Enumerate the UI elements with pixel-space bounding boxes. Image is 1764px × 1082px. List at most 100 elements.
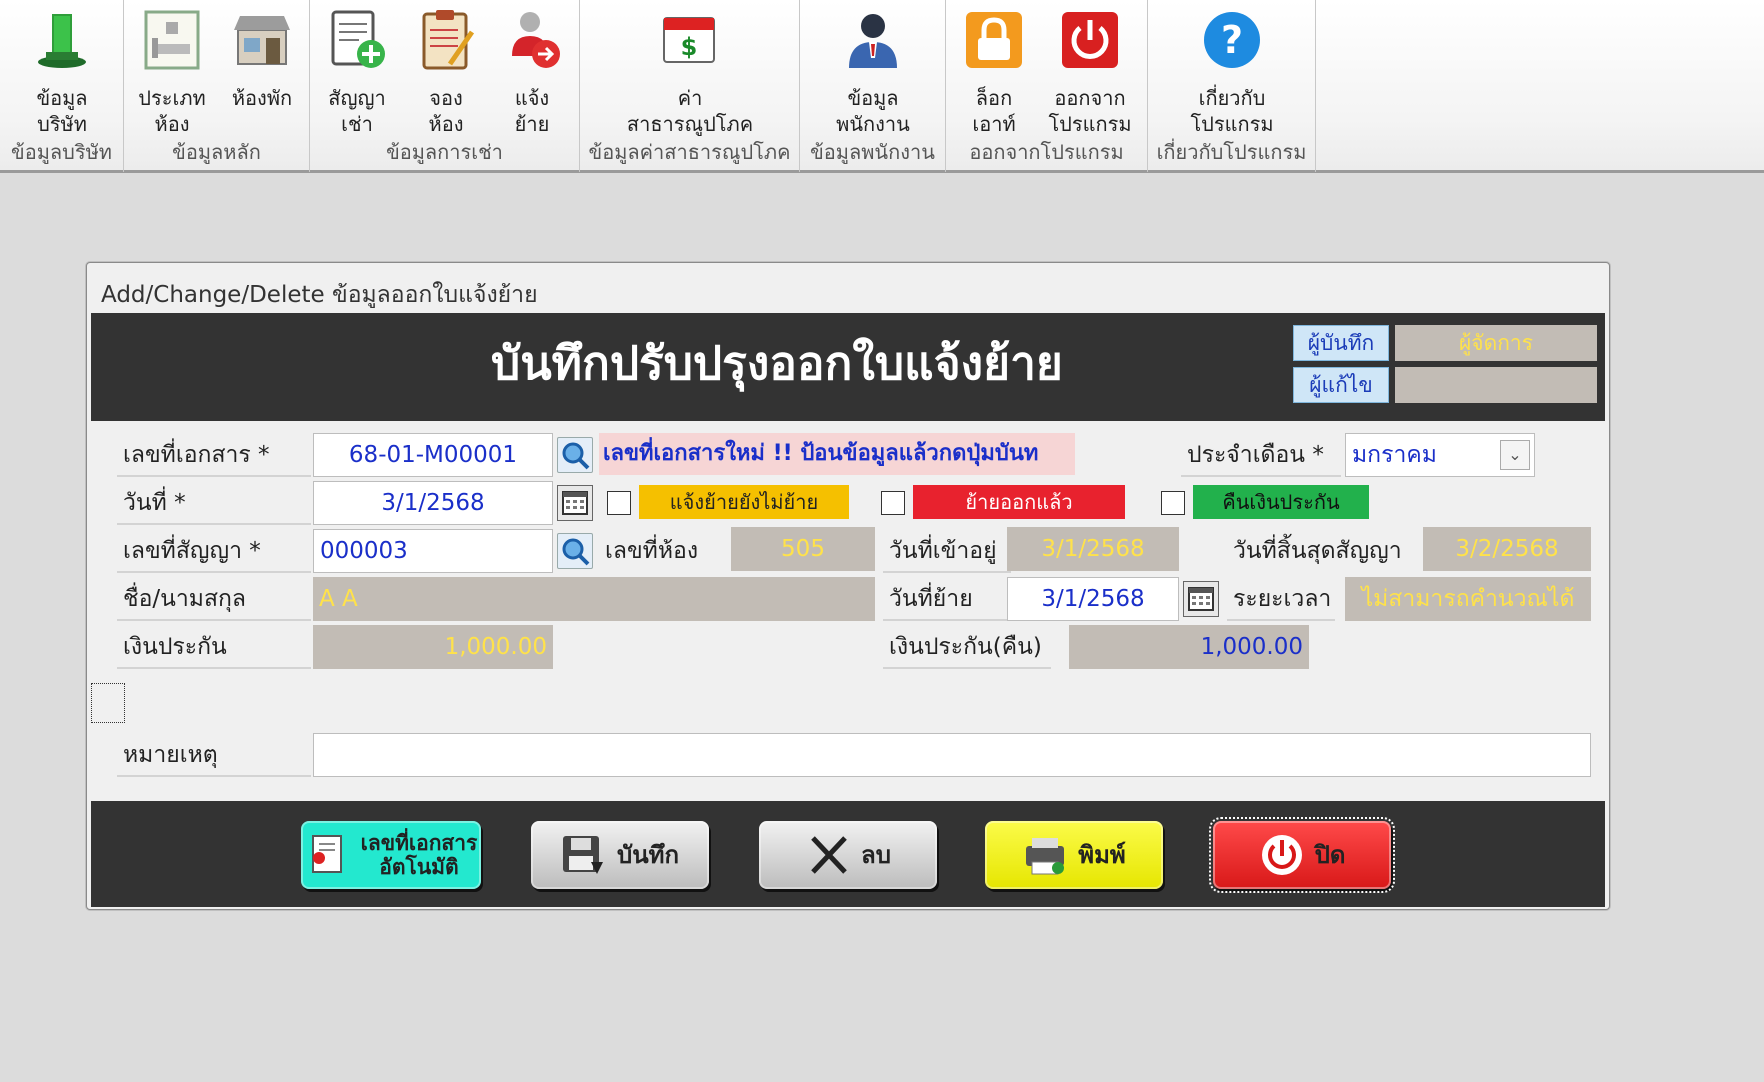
close-label: ปิด xyxy=(1314,841,1346,869)
logout-button[interactable]: ล็อก เอาท์ xyxy=(954,8,1034,137)
move-out-field[interactable]: 3/1/2568 xyxy=(1007,577,1179,621)
move-out-label: วันที่ย้าย xyxy=(883,579,1011,621)
contract-add-icon xyxy=(325,8,389,72)
contract-end-label: วันที่สิ้นสุดสัญญา xyxy=(1233,538,1402,564)
company-info-button[interactable]: ข้อมูล บริษัท xyxy=(10,8,114,137)
deposit-refund-label: เงินประกัน(คืน) xyxy=(883,627,1051,669)
about-button[interactable]: ? เกี่ยวกับ โปรแกรม xyxy=(1172,8,1292,137)
chevron-down-icon[interactable]: ⌄ xyxy=(1500,440,1530,470)
page-title: บันทึกปรับปรุงออกใบแจ้งย้าย xyxy=(491,336,1063,390)
move-in-label: วันที่เข้าอยู่ xyxy=(883,531,1011,573)
room-no-value: 505 xyxy=(731,527,875,571)
doc-no-field[interactable]: 68-01-M00001 xyxy=(313,433,553,477)
ribbon-group-master: ประเภท ห้อง ห้องพัก ข้อมูลหลัก xyxy=(124,0,310,172)
utility-bill-icon: $ xyxy=(658,8,722,72)
employee-icon xyxy=(841,8,905,72)
form-area: เลขที่เอกสาร * 68-01-M00001 เลขที่เอกสาร… xyxy=(91,421,1605,801)
printer-icon xyxy=(1022,832,1068,878)
delete-button[interactable]: ลบ xyxy=(759,821,937,889)
ribbon-group-about: ? เกี่ยวกับ โปรแกรม เกี่ยวกับโปรแกรม xyxy=(1148,0,1316,172)
doc-lookup-button[interactable] xyxy=(557,437,593,473)
svg-text:?: ? xyxy=(1221,18,1243,62)
contract-button[interactable]: สัญญา เช่า xyxy=(316,8,398,137)
calendar-icon xyxy=(562,491,588,515)
new-doc-notice: เลขที่เอกสารใหม่ !! ป้อนข้อมูลแล้วกดปุ่ม… xyxy=(599,433,1075,475)
dialog-title: Add/Change/Delete ข้อมูลออกใบแจ้งย้าย xyxy=(101,282,538,308)
remark-label: หมายเหตุ xyxy=(117,735,311,777)
remark-field[interactable] xyxy=(313,733,1591,777)
name-label: ชื่อ/นามสกุล xyxy=(117,579,311,621)
delete-label: ลบ xyxy=(861,841,891,869)
power-icon xyxy=(1259,832,1305,878)
duration-label: ระยะเวลา xyxy=(1227,579,1335,621)
search-icon xyxy=(562,442,590,470)
contract-lookup-button[interactable] xyxy=(557,533,593,569)
print-button[interactable]: พิมพ์ xyxy=(985,821,1163,889)
auto-doc-number-button[interactable]: เลขที่เอกสาร อัตโนมัติ xyxy=(301,821,481,889)
move-notice-button[interactable]: แจ้ง ย้าย xyxy=(492,8,572,137)
recorder-value: ผู้จัดการ xyxy=(1395,325,1597,361)
status-not-moved-badge: แจ้งย้ายยังไม่ย้าย xyxy=(639,485,849,519)
month-select-value: มกราคม xyxy=(1352,442,1437,468)
footer-toolbar: เลขที่เอกสาร อัตโนมัติ บันทึก ลบ พิมพ์ ป… xyxy=(91,801,1605,907)
room-type-button[interactable]: ประเภท ห้อง xyxy=(132,8,212,137)
save-label: บันทึก xyxy=(617,841,679,869)
move-out-calendar-button[interactable] xyxy=(1183,581,1219,617)
date-calendar-button[interactable] xyxy=(557,485,593,521)
move-in-value: 3/1/2568 xyxy=(1007,527,1179,571)
contract-no-field[interactable]: 000003 xyxy=(313,529,553,573)
lock-icon xyxy=(962,8,1026,72)
status-refund-badge: คืนเงินประกัน xyxy=(1193,485,1369,519)
editor-value xyxy=(1395,367,1597,403)
move-notice-icon xyxy=(500,8,564,72)
utility-bill-button[interactable]: $ ค่า สาธารณูปโภค xyxy=(600,8,780,137)
ribbon-group-utility: $ ค่า สาธารณูปโภค ข้อมูลค่าสาธารณูปโภค xyxy=(580,0,800,172)
room-store-icon xyxy=(230,8,294,72)
power-icon xyxy=(1058,8,1122,72)
ribbon-group-employee: ข้อมูล พนักงาน ข้อมูลพนักงาน xyxy=(800,0,946,172)
close-button[interactable]: ปิด xyxy=(1209,817,1395,893)
print-label: พิมพ์ xyxy=(1078,841,1126,869)
duration-value: ไม่สามารถคำนวณได้ xyxy=(1345,577,1591,621)
employee-button[interactable]: ข้อมูล พนักงาน xyxy=(820,8,926,137)
calendar-icon xyxy=(1188,587,1214,611)
close-x-icon xyxy=(805,832,851,878)
room-button[interactable]: ห้องพัก xyxy=(220,8,304,111)
header-band: บันทึกปรับปรุงออกใบแจ้งย้าย ผู้บันทึก ผู… xyxy=(91,313,1605,421)
month-label: ประจำเดือน * xyxy=(1181,435,1341,477)
document-icon xyxy=(305,832,351,878)
ribbon-group-rental: สัญญา เช่า จอง ห้อง แจ้ง ย้าย ข้อมูลการเ… xyxy=(310,0,580,172)
contract-end-value: 3/2/2568 xyxy=(1423,527,1591,571)
contract-no-label: เลขที่สัญญา * xyxy=(117,531,311,573)
search-icon xyxy=(562,538,590,566)
refund-checkbox[interactable] xyxy=(1161,491,1185,515)
date-label: วันที่ * xyxy=(117,483,311,525)
booking-button[interactable]: จอง ห้อง xyxy=(406,8,486,137)
deposit-label: เงินประกัน xyxy=(117,627,311,669)
ribbon-group-company: ข้อมูล บริษัท ข้อมูลบริษัท xyxy=(0,0,124,172)
help-icon: ? xyxy=(1200,8,1264,72)
room-no-label: เลขที่ห้อง xyxy=(605,538,699,564)
not-moved-checkbox[interactable] xyxy=(607,491,631,515)
save-icon xyxy=(561,832,607,878)
svg-text:$: $ xyxy=(681,33,698,61)
save-button[interactable]: บันทึก xyxy=(531,821,709,889)
booking-clipboard-icon xyxy=(414,8,478,72)
room-type-icon xyxy=(140,8,204,72)
moved-checkbox[interactable] xyxy=(881,491,905,515)
move-notice-dialog: Add/Change/Delete ข้อมูลออกใบแจ้งย้าย บั… xyxy=(86,262,1610,910)
doc-no-label: เลขที่เอกสาร * xyxy=(117,435,311,477)
deposit-value: 1,000.00 xyxy=(313,625,553,669)
ribbon-group-exit: ล็อก เอาท์ ออกจาก โปรแกรม ออกจากโปรแกรม xyxy=(946,0,1148,172)
company-building-icon xyxy=(30,8,94,72)
editor-label: ผู้แก้ไข xyxy=(1293,367,1389,403)
name-value: A A xyxy=(313,577,875,621)
ribbon-toolbar: ข้อมูล บริษัท ข้อมูลบริษัท ประเภท ห้อง ห… xyxy=(0,0,1764,173)
date-field[interactable]: 3/1/2568 xyxy=(313,481,553,525)
auto-doc-label: เลขที่เอกสาร อัตโนมัติ xyxy=(360,831,478,879)
month-select[interactable]: มกราคม ⌄ xyxy=(1345,433,1535,477)
recorder-label: ผู้บันทึก xyxy=(1293,325,1389,361)
deposit-refund-value: 1,000.00 xyxy=(1069,625,1309,669)
exit-program-button[interactable]: ออกจาก โปรแกรม xyxy=(1038,8,1142,137)
status-moved-badge: ย้ายออกแล้ว xyxy=(913,485,1125,519)
